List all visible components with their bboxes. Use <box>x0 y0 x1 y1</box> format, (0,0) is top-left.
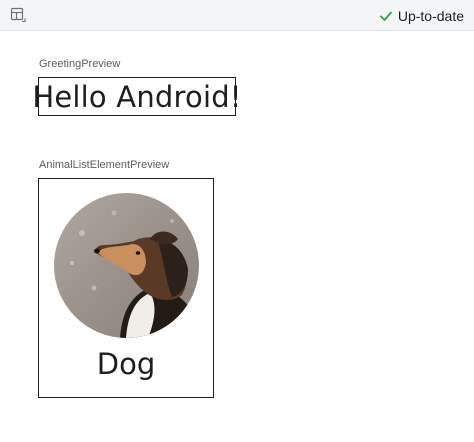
checkmark-icon <box>379 11 392 21</box>
status-label: Up-to-date <box>397 7 464 24</box>
preview-label-greeting: GreetingPreview <box>39 58 121 70</box>
greeting-preview-frame[interactable]: Hello Android! <box>32 77 241 116</box>
layout-toggle-button[interactable] <box>9 6 27 24</box>
preview-label-animal: AnimalListElementPreview <box>39 159 170 171</box>
dog-photo <box>54 193 199 338</box>
preview-toolbar: Up-to-date <box>0 0 474 31</box>
build-status[interactable]: Up-to-date <box>379 0 464 31</box>
greeting-text: Hello Android! <box>32 79 242 114</box>
layout-grid-icon <box>10 7 26 23</box>
animal-name-text: Dog <box>96 347 156 381</box>
animal-list-element-preview-frame[interactable]: Dog <box>38 178 214 398</box>
